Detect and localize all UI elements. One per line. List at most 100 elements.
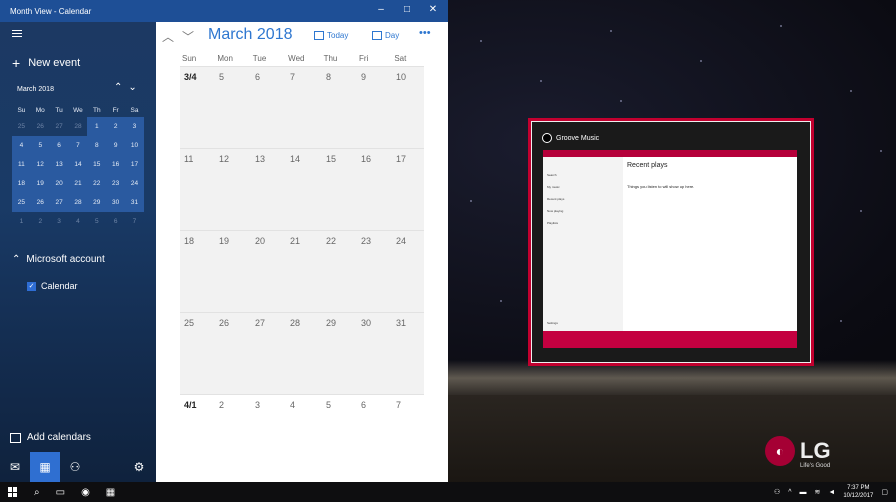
mini-day[interactable]: 11 xyxy=(12,155,31,174)
more-options-button[interactable]: ••• xyxy=(419,27,431,39)
day-number[interactable]: 23 xyxy=(361,236,371,246)
day-number[interactable]: 27 xyxy=(255,318,265,328)
day-number[interactable]: 3 xyxy=(255,400,260,410)
mini-day[interactable]: 7 xyxy=(125,212,144,231)
day-number[interactable]: 15 xyxy=(326,154,336,164)
day-number[interactable]: 18 xyxy=(184,236,194,246)
calendar-taskbar-icon[interactable]: ▦ xyxy=(106,487,115,498)
mini-day[interactable]: 19 xyxy=(30,174,50,193)
mini-day[interactable]: 15 xyxy=(87,155,107,174)
search-icon[interactable]: ⌕ xyxy=(34,487,40,498)
day-number[interactable]: 21 xyxy=(290,236,300,246)
calendar-icon[interactable]: ▦ xyxy=(30,452,60,482)
mini-day[interactable]: 27 xyxy=(49,193,69,212)
windows-start-icon[interactable] xyxy=(8,487,18,497)
week-row[interactable]: 3/4 5 6 7 8 9 10 xyxy=(180,66,424,148)
mini-day[interactable]: 28 xyxy=(69,117,88,136)
day-number[interactable]: 30 xyxy=(361,318,371,328)
day-number[interactable]: 6 xyxy=(255,72,260,82)
mini-day[interactable]: 5 xyxy=(87,212,106,231)
today-button[interactable]: Today xyxy=(314,31,348,40)
mini-day[interactable]: 3 xyxy=(125,117,144,136)
chevron-down-icon[interactable]: ⌄ xyxy=(128,82,136,93)
mini-day[interactable]: 2 xyxy=(31,212,50,231)
day-number[interactable]: 28 xyxy=(290,318,300,328)
mini-day[interactable]: 31 xyxy=(125,193,144,212)
gear-icon[interactable]: ⚙ xyxy=(124,452,154,482)
mini-calendar-month[interactable]: March 2018 xyxy=(17,86,54,93)
mini-day[interactable]: 9 xyxy=(106,136,126,155)
maximize-button[interactable]: □ xyxy=(400,4,414,15)
week-row[interactable]: 18 19 20 21 22 23 24 xyxy=(180,230,424,312)
mini-day[interactable]: 26 xyxy=(30,193,50,212)
chevron-up-icon[interactable]: ︿ xyxy=(162,28,174,45)
mini-day[interactable]: 13 xyxy=(49,155,69,174)
day-view-button[interactable]: Day xyxy=(372,31,399,40)
mini-day[interactable]: 6 xyxy=(49,136,69,155)
add-calendars-button[interactable]: Add calendars xyxy=(10,432,91,443)
people-icon[interactable]: ⚇ xyxy=(774,488,780,496)
day-number[interactable]: 19 xyxy=(219,236,229,246)
day-number[interactable]: 2 xyxy=(219,400,224,410)
mini-day[interactable]: 18 xyxy=(12,174,31,193)
minimize-button[interactable]: – xyxy=(374,4,388,15)
week-row[interactable]: 11 12 13 14 15 16 17 xyxy=(180,148,424,230)
day-number[interactable]: 14 xyxy=(290,154,300,164)
day-number[interactable]: 7 xyxy=(396,400,401,410)
week-row[interactable]: 25 26 27 28 29 30 31 xyxy=(180,312,424,394)
mini-day[interactable]: 7 xyxy=(68,136,88,155)
mini-day[interactable]: 25 xyxy=(12,117,31,136)
mini-day[interactable]: 21 xyxy=(68,174,88,193)
day-number[interactable]: 6 xyxy=(361,400,366,410)
day-number[interactable]: 4/1 xyxy=(184,400,197,410)
mini-day[interactable]: 6 xyxy=(106,212,125,231)
day-number[interactable]: 31 xyxy=(396,318,406,328)
day-number[interactable]: 25 xyxy=(184,318,194,328)
day-number[interactable]: 3/4 xyxy=(184,72,197,82)
day-number[interactable]: 22 xyxy=(326,236,336,246)
mini-day[interactable]: 24 xyxy=(125,174,144,193)
mini-day[interactable]: 23 xyxy=(106,174,126,193)
day-number[interactable]: 8 xyxy=(326,72,331,82)
task-view-icon[interactable]: ▭ xyxy=(56,487,65,498)
day-number[interactable]: 9 xyxy=(361,72,366,82)
day-number[interactable]: 7 xyxy=(290,72,295,82)
mail-icon[interactable]: ✉ xyxy=(0,452,30,482)
day-number[interactable]: 26 xyxy=(219,318,229,328)
day-number[interactable]: 20 xyxy=(255,236,265,246)
mini-day[interactable]: 12 xyxy=(30,155,50,174)
day-number[interactable]: 5 xyxy=(326,400,331,410)
mini-day[interactable]: 2 xyxy=(106,117,126,136)
checkbox-checked[interactable]: ✓ xyxy=(27,281,36,291)
day-number[interactable]: 12 xyxy=(219,154,229,164)
mini-day[interactable]: 20 xyxy=(49,174,69,193)
people-icon[interactable]: ⚇ xyxy=(60,452,90,482)
network-icon[interactable]: ≋ xyxy=(815,488,821,496)
mini-day[interactable]: 4 xyxy=(12,136,31,155)
day-number[interactable]: 5 xyxy=(219,72,224,82)
mini-day[interactable]: 14 xyxy=(68,155,88,174)
day-number[interactable]: 16 xyxy=(361,154,371,164)
mini-day[interactable]: 29 xyxy=(87,193,107,212)
day-number[interactable]: 13 xyxy=(255,154,265,164)
day-number[interactable]: 11 xyxy=(184,154,193,164)
microsoft-account-toggle[interactable]: ⌃ Microsoft account xyxy=(12,254,105,265)
mini-day[interactable]: 3 xyxy=(50,212,69,231)
mini-day[interactable]: 25 xyxy=(12,193,31,212)
day-number[interactable]: 29 xyxy=(326,318,336,328)
title-bar[interactable]: Month View - Calendar – □ ✕ xyxy=(0,0,448,22)
week-row[interactable]: 4/1 2 3 4 5 6 7 xyxy=(180,394,424,446)
day-number[interactable]: 4 xyxy=(290,400,295,410)
chevron-down-icon[interactable]: ﹀ xyxy=(182,28,194,45)
battery-icon[interactable]: ▬ xyxy=(800,489,807,496)
mini-day[interactable]: 4 xyxy=(69,212,88,231)
mini-day[interactable]: 17 xyxy=(125,155,144,174)
chevron-up-icon[interactable]: ⌃ xyxy=(114,82,122,93)
mini-day[interactable]: 22 xyxy=(87,174,107,193)
day-number[interactable]: 24 xyxy=(396,236,406,246)
mini-day[interactable]: 1 xyxy=(87,117,107,136)
calendar-checkbox-item[interactable]: ✓ Calendar xyxy=(27,281,78,291)
day-number[interactable]: 17 xyxy=(396,154,406,164)
mini-day[interactable]: 27 xyxy=(50,117,69,136)
clock[interactable]: 7:37 PM 10/12/2017 xyxy=(843,484,873,500)
